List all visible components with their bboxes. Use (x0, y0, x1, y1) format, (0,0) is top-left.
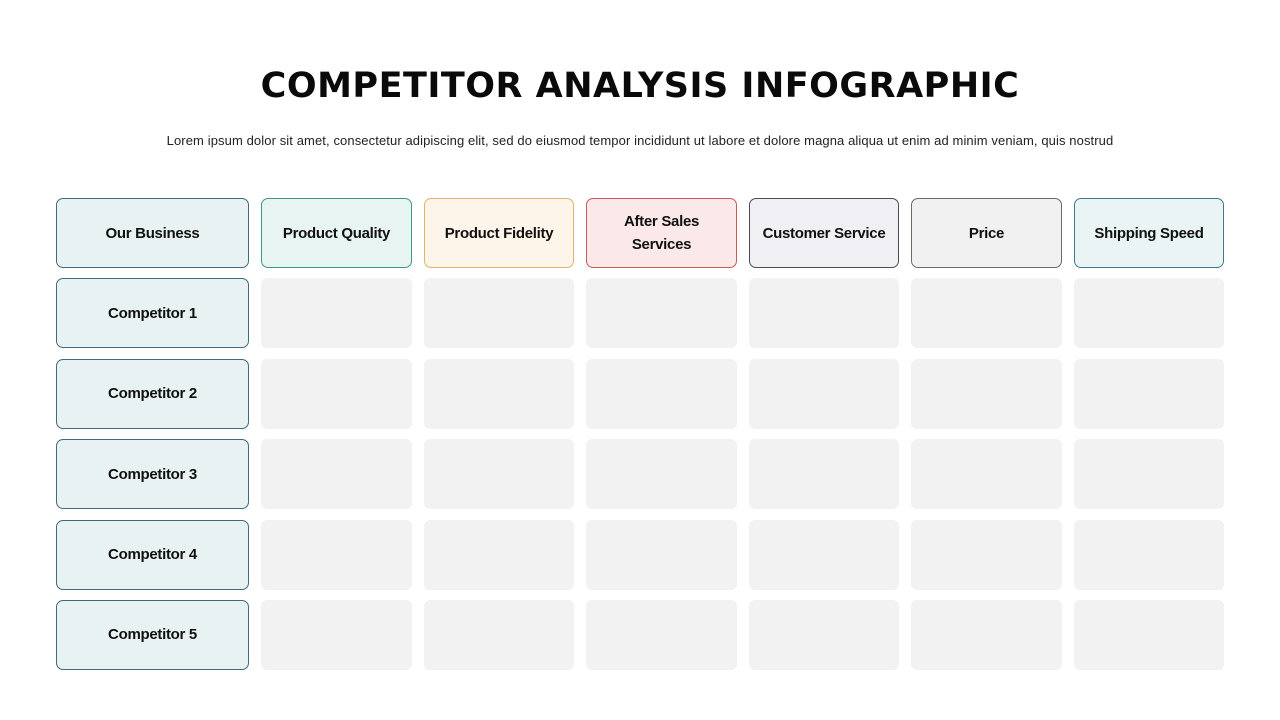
header-product-quality: Product Quality (261, 198, 412, 268)
table-cell[interactable] (424, 278, 574, 349)
table-cell[interactable] (1074, 439, 1224, 510)
table-cell[interactable] (749, 599, 899, 670)
table-cell[interactable] (911, 519, 1062, 590)
table-cell[interactable] (261, 439, 412, 510)
table-cell[interactable] (261, 278, 412, 349)
table-cell[interactable] (586, 439, 737, 510)
header-product-fidelity: Product Fidelity (424, 198, 574, 268)
row-label-competitor-5: Competitor 5 (56, 599, 249, 670)
table-cell[interactable] (261, 519, 412, 590)
header-shipping-speed: Shipping Speed (1074, 198, 1224, 268)
table-cell[interactable] (1074, 599, 1224, 670)
table-cell[interactable] (261, 599, 412, 670)
header-our-business: Our Business (56, 198, 249, 268)
table-cell[interactable] (586, 519, 737, 590)
table-cell[interactable] (911, 278, 1062, 349)
row-label-competitor-4: Competitor 4 (56, 519, 249, 590)
table-cell[interactable] (749, 278, 899, 349)
page-subtitle: Lorem ipsum dolor sit amet, consectetur … (166, 133, 1114, 148)
table-cell[interactable] (911, 358, 1062, 429)
header-customer-service: Customer Service (749, 198, 899, 268)
header-after-sales-services: After Sales Services (586, 198, 737, 268)
header-price: Price (911, 198, 1062, 268)
table-cell[interactable] (586, 599, 737, 670)
table-cell[interactable] (911, 599, 1062, 670)
table-cell[interactable] (749, 358, 899, 429)
page-title: COMPETITOR ANALYSIS INFOGRAPHIC (260, 66, 1020, 106)
table-cell[interactable] (1074, 278, 1224, 349)
row-label-competitor-2: Competitor 2 (56, 358, 249, 429)
row-label-competitor-3: Competitor 3 (56, 439, 249, 510)
table-cell[interactable] (749, 519, 899, 590)
table-cell[interactable] (424, 358, 574, 429)
table-cell[interactable] (586, 278, 737, 349)
competitor-table: Our Business Product Quality Product Fid… (56, 198, 1224, 670)
table-cell[interactable] (424, 599, 574, 670)
table-cell[interactable] (1074, 519, 1224, 590)
table-cell[interactable] (749, 439, 899, 510)
table-cell[interactable] (424, 439, 574, 510)
table-cell[interactable] (586, 358, 737, 429)
table-cell[interactable] (424, 519, 574, 590)
table-cell[interactable] (1074, 358, 1224, 429)
table-cell[interactable] (261, 358, 412, 429)
row-label-competitor-1: Competitor 1 (56, 278, 249, 349)
table-cell[interactable] (911, 439, 1062, 510)
